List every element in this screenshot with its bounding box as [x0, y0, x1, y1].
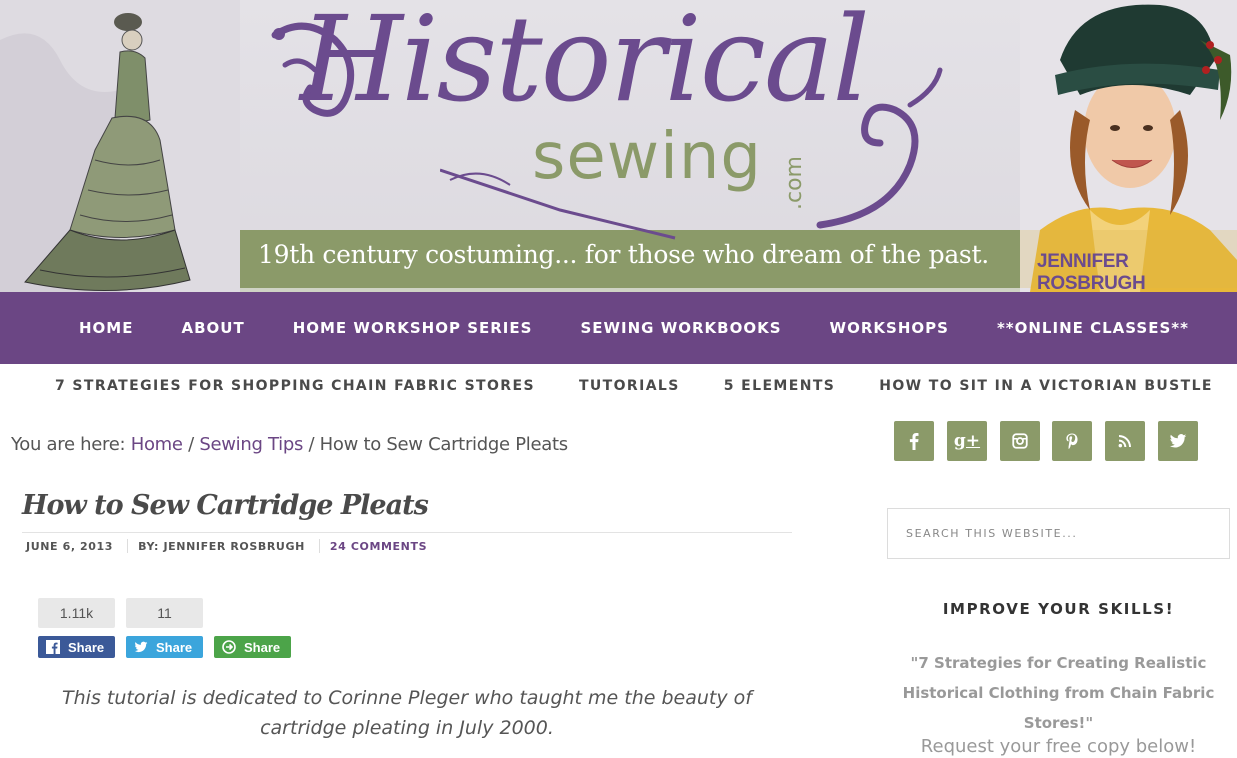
breadcrumb-current: How to Sew Cartridge Pleats — [319, 434, 568, 455]
nav-home[interactable]: HOME — [55, 319, 157, 337]
site-header-banner[interactable]: Historical sewing .com 19th century cost… — [0, 0, 1237, 292]
nav-workshops[interactable]: WORKSHOPS — [806, 319, 973, 337]
widget-cta-text: Request your free copy below! — [920, 736, 1197, 757]
social-google-plus-button[interactable]: g+ — [947, 421, 987, 461]
logo-historical[interactable]: Historical — [300, 0, 870, 118]
social-pinterest-button[interactable] — [1052, 421, 1092, 461]
breadcrumb-category-link[interactable]: Sewing Tips — [199, 434, 303, 455]
twitter-share-label: Share — [156, 639, 193, 655]
post-author: BY: JENNIFER ROSBRUGH — [138, 539, 305, 553]
nav-home-workshop-series[interactable]: HOME WORKSHOP SERIES — [269, 319, 557, 337]
social-facebook-button[interactable] — [894, 421, 934, 461]
more-share-button[interactable]: Share — [214, 636, 291, 658]
social-rss-button[interactable] — [1105, 421, 1145, 461]
nav-sewing-workbooks[interactable]: SEWING WORKBOOKS — [556, 319, 805, 337]
facebook-icon — [909, 433, 919, 450]
logo-dotcom: .com — [782, 156, 807, 210]
facebook-share-count: 1.11k — [38, 598, 115, 628]
instagram-icon — [1012, 433, 1028, 449]
nav-7-strategies[interactable]: 7 STRATEGIES FOR SHOPPING CHAIN FABRIC S… — [33, 378, 557, 394]
google-plus-icon: g+ — [953, 431, 981, 451]
facebook-share-label: Share — [68, 639, 105, 655]
twitter-share-button[interactable]: Share — [126, 636, 203, 658]
rss-icon — [1118, 435, 1131, 448]
social-twitter-button[interactable] — [1158, 421, 1198, 461]
breadcrumb-prefix: You are here: — [11, 434, 126, 455]
search-input[interactable]: SEARCH THIS WEBSITE... — [887, 508, 1230, 559]
more-share-label: Share — [244, 639, 281, 655]
twitter-share-count: 11 — [126, 598, 203, 628]
post-meta: JUNE 6, 2013 BY: JENNIFER ROSBRUGH 24 CO… — [26, 539, 427, 553]
post-comments-link[interactable]: 24 COMMENTS — [330, 540, 427, 553]
facebook-icon — [46, 640, 60, 654]
title-divider — [22, 532, 792, 533]
nav-victorian-bustle[interactable]: HOW TO SIT IN A VICTORIAN BUSTLE — [857, 378, 1235, 394]
widget-title: IMPROVE YOUR SKILLS! — [942, 600, 1175, 618]
share-icon — [222, 640, 236, 654]
secondary-navigation: 7 STRATEGIES FOR SHOPPING CHAIN FABRIC S… — [0, 364, 1237, 408]
logo-sewing[interactable]: sewing — [532, 125, 762, 189]
meta-divider — [318, 539, 320, 553]
widget-offer-text: "7 Strategies for Creating Realistic His… — [902, 654, 1215, 732]
nav-5-elements[interactable]: 5 ELEMENTS — [702, 378, 858, 394]
post-title: How to Sew Cartridge Pleats — [22, 490, 429, 521]
post-date: JUNE 6, 2013 — [26, 539, 114, 553]
social-instagram-button[interactable] — [1000, 421, 1040, 461]
pinterest-icon — [1066, 433, 1078, 450]
author-name-banner: JENNIFER ROSBRUGH — [1037, 251, 1146, 292]
author-portrait — [1020, 0, 1237, 292]
breadcrumb-home-link[interactable]: Home — [131, 434, 183, 455]
meta-divider — [127, 539, 129, 553]
twitter-icon — [134, 640, 148, 654]
nav-tutorials[interactable]: TUTORIALS — [557, 378, 702, 394]
nav-about[interactable]: ABOUT — [157, 319, 268, 337]
victorian-lady-illustration — [0, 0, 240, 292]
twitter-icon — [1169, 434, 1187, 448]
post-dedication: This tutorial is dedicated to Corinne Pl… — [62, 687, 752, 739]
nav-online-classes[interactable]: **ONLINE CLASSES** — [973, 319, 1213, 337]
breadcrumb: You are here: Home / Sewing Tips / How t… — [11, 434, 568, 455]
breadcrumb-separator: / — [308, 434, 315, 455]
primary-navigation: HOME ABOUT HOME WORKSHOP SERIES SEWING W… — [0, 292, 1237, 364]
site-tagline: 19th century costuming... for those who … — [258, 240, 989, 269]
breadcrumb-separator: / — [188, 434, 194, 455]
facebook-share-button[interactable]: Share — [38, 636, 115, 658]
